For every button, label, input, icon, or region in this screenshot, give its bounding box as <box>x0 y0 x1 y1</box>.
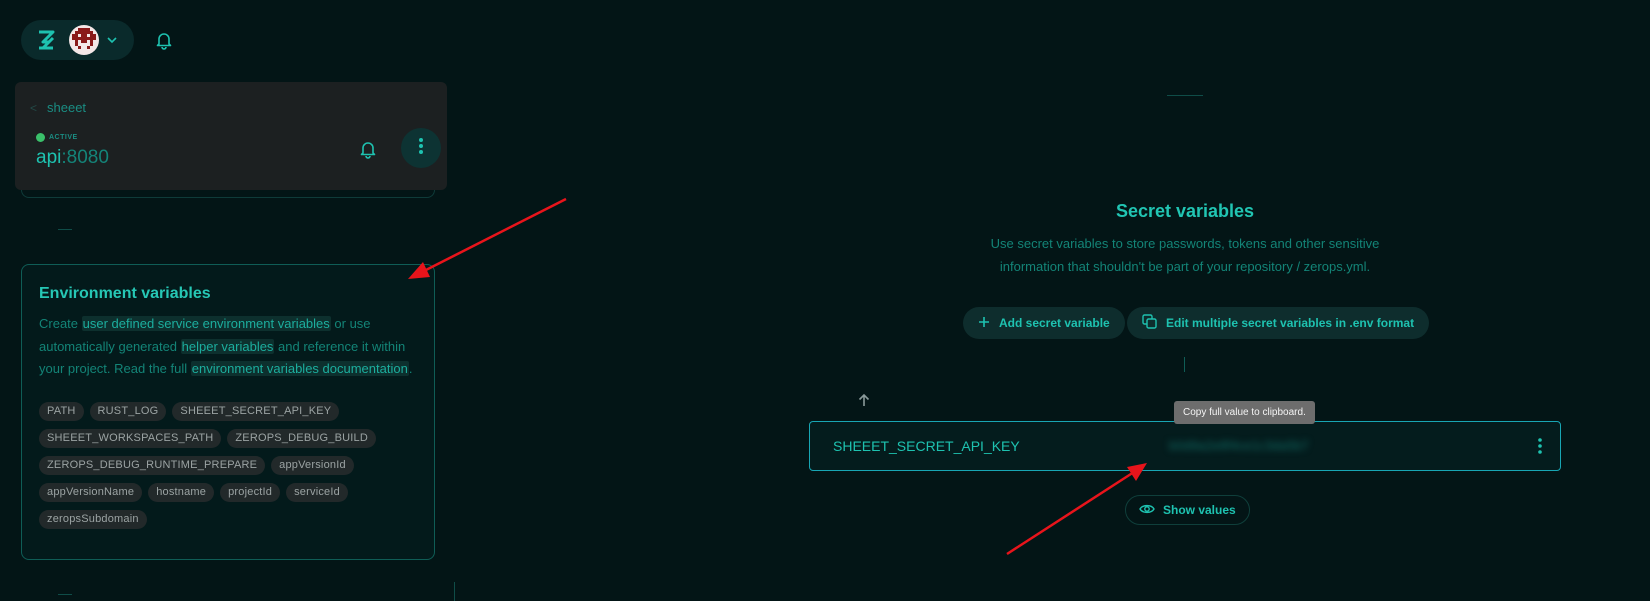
env-chip[interactable]: serviceId <box>286 483 348 502</box>
env-chip[interactable]: appVersionName <box>39 483 143 502</box>
plus-icon <box>978 316 990 331</box>
chevron-down-icon <box>105 33 119 47</box>
env-desc-text-4: . <box>408 361 413 376</box>
divider-vertical <box>454 582 455 601</box>
show-values-label: Show values <box>1163 503 1236 517</box>
env-chip[interactable]: SHEEET_SECRET_API_KEY <box>172 402 340 421</box>
add-secret-label: Add secret variable <box>999 316 1110 330</box>
zerops-logo-icon <box>35 29 57 51</box>
service-port: :8080 <box>61 147 109 168</box>
more-vertical-icon <box>418 137 424 160</box>
show-values-button[interactable]: Show values <box>1125 495 1250 525</box>
status-badge: ACTIVE <box>36 133 78 142</box>
secret-vars-desc-line1: Use secret variables to store passwords,… <box>990 236 1380 251</box>
service-hostname: api <box>36 147 62 168</box>
breadcrumb[interactable]: < sheeet <box>30 100 86 115</box>
divider <box>58 229 72 230</box>
env-card-title: Environment variables <box>39 285 211 302</box>
helper-vars-link[interactable]: helper variables <box>180 338 275 354</box>
env-chip[interactable]: appVersionId <box>271 456 354 475</box>
edit-env-format-button[interactable]: Edit multiple secret variables in .env f… <box>1127 307 1430 339</box>
env-chip[interactable]: hostname <box>148 483 215 502</box>
user-defined-vars-link[interactable]: user defined service environment variabl… <box>81 316 331 331</box>
copy-multiple-icon <box>1142 314 1157 332</box>
edit-env-label: Edit multiple secret variables in .env f… <box>1166 316 1415 330</box>
sort-up-arrow-icon[interactable] <box>857 393 871 407</box>
secret-variable-key: SHEEET_SECRET_API_KEY <box>833 438 1020 454</box>
eye-icon <box>1139 503 1155 518</box>
chevron-left-icon: < <box>30 100 38 115</box>
env-chip[interactable]: SHEEET_WORKSPACES_PATH <box>39 429 222 448</box>
service-title: api:8080 <box>36 147 109 169</box>
env-chip[interactable]: ZEROPS_DEBUG_RUNTIME_PREPARE <box>39 456 266 475</box>
org-switcher[interactable] <box>21 20 134 60</box>
service-menu-button[interactable] <box>401 128 441 168</box>
divider-vertical <box>1184 357 1185 372</box>
bell-icon[interactable] <box>154 30 174 50</box>
env-chip[interactable]: PATH <box>39 402 84 421</box>
secret-variable-row[interactable]: SHEEET_SECRET_API_KEY b0d9a2e8f4ce1c3da5… <box>809 421 1561 471</box>
env-variables-card: Environment variables Create user define… <box>21 264 435 560</box>
breadcrumb-project[interactable]: sheeet <box>47 100 86 115</box>
more-vertical-icon[interactable] <box>1530 436 1550 456</box>
service-card <box>15 82 447 190</box>
avatar-icon <box>69 25 99 55</box>
secret-variable-value[interactable]: b0d9a2e8f4ce1c3da5b7 <box>1169 438 1309 453</box>
divider <box>58 594 72 595</box>
env-chip[interactable]: ZEROPS_DEBUG_BUILD <box>227 429 376 448</box>
copy-tooltip: Copy full value to clipboard. <box>1174 401 1315 424</box>
service-bell-icon[interactable] <box>358 139 378 159</box>
status-label: ACTIVE <box>49 134 78 141</box>
env-desc-text-1: Create <box>39 316 82 331</box>
add-secret-variable-button[interactable]: Add secret variable <box>963 307 1125 339</box>
env-chip[interactable]: zeropsSubdomain <box>39 510 147 529</box>
secret-vars-desc-line2: information that shouldn't be part of yo… <box>999 259 1371 274</box>
env-chip[interactable]: projectId <box>220 483 281 502</box>
env-chip[interactable]: RUST_LOG <box>89 402 167 421</box>
status-dot-icon <box>36 133 45 142</box>
env-card-description: Create user defined service environment … <box>39 313 424 381</box>
env-variable-chips: PATH RUST_LOG SHEEET_SECRET_API_KEY SHEE… <box>39 402 419 529</box>
secret-vars-title: Secret variables <box>1115 201 1255 221</box>
env-docs-link[interactable]: environment variables documentation <box>190 361 409 376</box>
